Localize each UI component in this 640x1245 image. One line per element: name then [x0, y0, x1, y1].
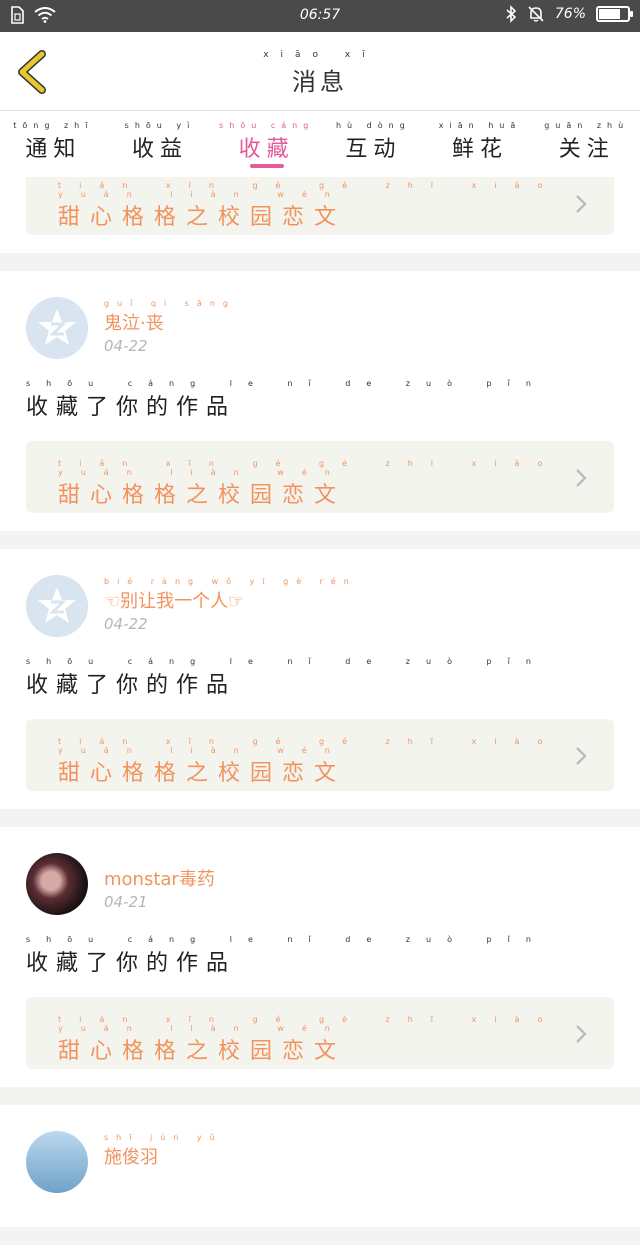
tab-notifications[interactable]: tōng zhī 通知 — [0, 111, 107, 177]
tab-favorites[interactable]: shōu cáng 收藏 — [213, 111, 320, 177]
work-link[interactable]: tián xīn gé gé zhī xiào yuán liàn wén 甜心… — [26, 441, 614, 513]
tab-earnings[interactable]: shōu yì 收益 — [107, 111, 214, 177]
chevron-right-icon — [576, 747, 587, 765]
status-right: 76% — [505, 5, 633, 23]
avatar[interactable] — [26, 853, 88, 915]
username[interactable]: guǐ qì sāng 鬼泣·丧 — [104, 299, 236, 335]
page-title-pinyin: xiāo xī — [263, 50, 377, 60]
default-avatar-icon — [26, 575, 88, 637]
action-text: 收藏了你的作品 — [26, 673, 237, 698]
work-title-pinyin: tián xīn gé gé zhī xiào yuán liàn wén — [58, 1015, 561, 1033]
username-pinyin: guǐ qì sāng — [104, 299, 236, 308]
message-date: 04-22 — [104, 615, 148, 633]
battery-fill — [599, 9, 620, 19]
chevron-right-icon — [576, 1025, 587, 1043]
tab-label: 收益 — [132, 137, 189, 162]
list-item: tián xīn gé gé zhī xiào yuán liàn wén 甜心… — [0, 177, 640, 253]
tab-flowers[interactable]: xiān huā 鲜花 — [427, 111, 534, 177]
mute-bell-icon — [528, 6, 544, 22]
bluetooth-icon — [506, 5, 517, 23]
work-title: tián xīn gé gé zhī xiào yuán liàn wén 甜心… — [58, 1015, 614, 1065]
message-action: shōu cáng le nǐ de zuò pǐn 收藏了你的作品 — [26, 657, 614, 699]
tab-label: 关注 — [558, 137, 615, 162]
tab-pinyin: shōu cáng — [219, 121, 315, 130]
work-title-pinyin: tián xīn gé gé zhī xiào yuán liàn wén — [58, 181, 561, 199]
message-header: shī jùn yǔ 施俊羽 — [26, 1129, 614, 1209]
header: xiāo xī 消息 — [0, 32, 640, 111]
status-bar: 06:57 76% — [0, 0, 640, 32]
avatar[interactable] — [26, 297, 88, 359]
action-pinyin: shōu cáng le nǐ de zuò pǐn — [26, 657, 547, 666]
work-link[interactable]: tián xīn gé gé zhī xiào yuán liàn wén 甜心… — [26, 177, 614, 235]
tab-pinyin: shōu yì — [124, 121, 196, 130]
work-title-pinyin: tián xīn gé gé zhī xiào yuán liàn wén — [58, 459, 561, 477]
list-item: monstar毒药 04-21 shōu cáng le nǐ de zuò p… — [0, 827, 640, 1087]
tab-pinyin: guān zhù — [544, 121, 630, 130]
tab-label: 鲜花 — [452, 137, 509, 162]
action-pinyin: shōu cáng le nǐ de zuò pǐn — [26, 379, 547, 388]
list-item: bié ràng wǒ yī gè rén ☜别让我一个人☞ 04-22 shō… — [0, 549, 640, 809]
chevron-right-icon — [576, 195, 587, 213]
message-action: shōu cáng le nǐ de zuò pǐn 收藏了你的作品 — [26, 379, 614, 421]
message-action: shōu cáng le nǐ de zuò pǐn 收藏了你的作品 — [26, 935, 614, 977]
username-pinyin — [104, 855, 215, 865]
tab-label: 通知 — [25, 137, 82, 162]
action-text: 收藏了你的作品 — [26, 951, 237, 976]
username-text: 施俊羽 — [104, 1147, 158, 1168]
username[interactable]: bié ràng wǒ yī gè rén ☜别让我一个人☞ — [104, 577, 357, 613]
list-item: shī jùn yǔ 施俊羽 — [0, 1105, 640, 1227]
work-title: tián xīn gé gé zhī xiào yuán liàn wén 甜心… — [58, 459, 614, 509]
username-text: monstar毒药 — [104, 869, 215, 890]
work-title-text: 甜心格格之校园恋文 — [58, 761, 347, 786]
username[interactable]: monstar毒药 — [104, 855, 215, 891]
username-pinyin: shī jùn yǔ — [104, 1133, 223, 1142]
default-avatar-icon — [26, 297, 88, 359]
work-title-pinyin: tián xīn gé gé zhī xiào yuán liàn wén — [58, 737, 561, 755]
message-date: 04-22 — [104, 337, 148, 355]
message-header: guǐ qì sāng 鬼泣·丧 04-22 — [26, 295, 614, 375]
tab-bar: tōng zhī 通知 shōu yì 收益 shōu cáng 收藏 hù dòng… — [0, 111, 640, 177]
tab-label: 互动 — [345, 137, 402, 162]
chevron-right-icon — [576, 469, 587, 487]
work-title-text: 甜心格格之校园恋文 — [58, 205, 347, 230]
tab-following[interactable]: guān zhù 关注 — [533, 111, 640, 177]
tab-pinyin: xiān huā — [438, 121, 522, 130]
work-title: tián xīn gé gé zhī xiào yuán liàn wén 甜心… — [58, 181, 614, 231]
list-item: guǐ qì sāng 鬼泣·丧 04-22 shōu cáng le nǐ d… — [0, 271, 640, 531]
work-title: tián xīn gé gé zhī xiào yuán liàn wén 甜心… — [58, 737, 614, 787]
action-text: 收藏了你的作品 — [26, 395, 237, 420]
username-text: ☜别让我一个人☞ — [104, 591, 245, 612]
avatar[interactable] — [26, 575, 88, 637]
work-title-text: 甜心格格之校园恋文 — [58, 483, 347, 508]
battery-percent: 76% — [554, 6, 586, 22]
message-date: 04-21 — [104, 893, 148, 911]
message-header: monstar毒药 04-21 — [26, 851, 614, 931]
username[interactable]: shī jùn yǔ 施俊羽 — [104, 1133, 223, 1169]
message-list: tián xīn gé gé zhī xiào yuán liàn wén 甜心… — [0, 177, 640, 1245]
tab-pinyin: hù dòng — [335, 121, 411, 130]
tab-interactions[interactable]: hù dòng 互动 — [320, 111, 427, 177]
username-text: 鬼泣·丧 — [104, 313, 164, 334]
tab-label: 收藏 — [238, 137, 295, 162]
work-link[interactable]: tián xīn gé gé zhī xiào yuán liàn wén 甜心… — [26, 997, 614, 1069]
action-pinyin: shōu cáng le nǐ de zuò pǐn — [26, 935, 547, 944]
work-title-text: 甜心格格之校园恋文 — [58, 1039, 347, 1064]
page-title: xiāo xī 消息 — [0, 50, 640, 97]
username-pinyin: bié ràng wǒ yī gè rén — [104, 577, 357, 586]
tab-pinyin: tōng zhī — [13, 121, 94, 130]
page-title-text: 消息 — [292, 68, 348, 96]
avatar[interactable] — [26, 1131, 88, 1193]
work-link[interactable]: tián xīn gé gé zhī xiào yuán liàn wén 甜心… — [26, 719, 614, 791]
battery-icon — [596, 6, 633, 22]
message-header: bié ràng wǒ yī gè rén ☜别让我一个人☞ 04-22 — [26, 573, 614, 653]
